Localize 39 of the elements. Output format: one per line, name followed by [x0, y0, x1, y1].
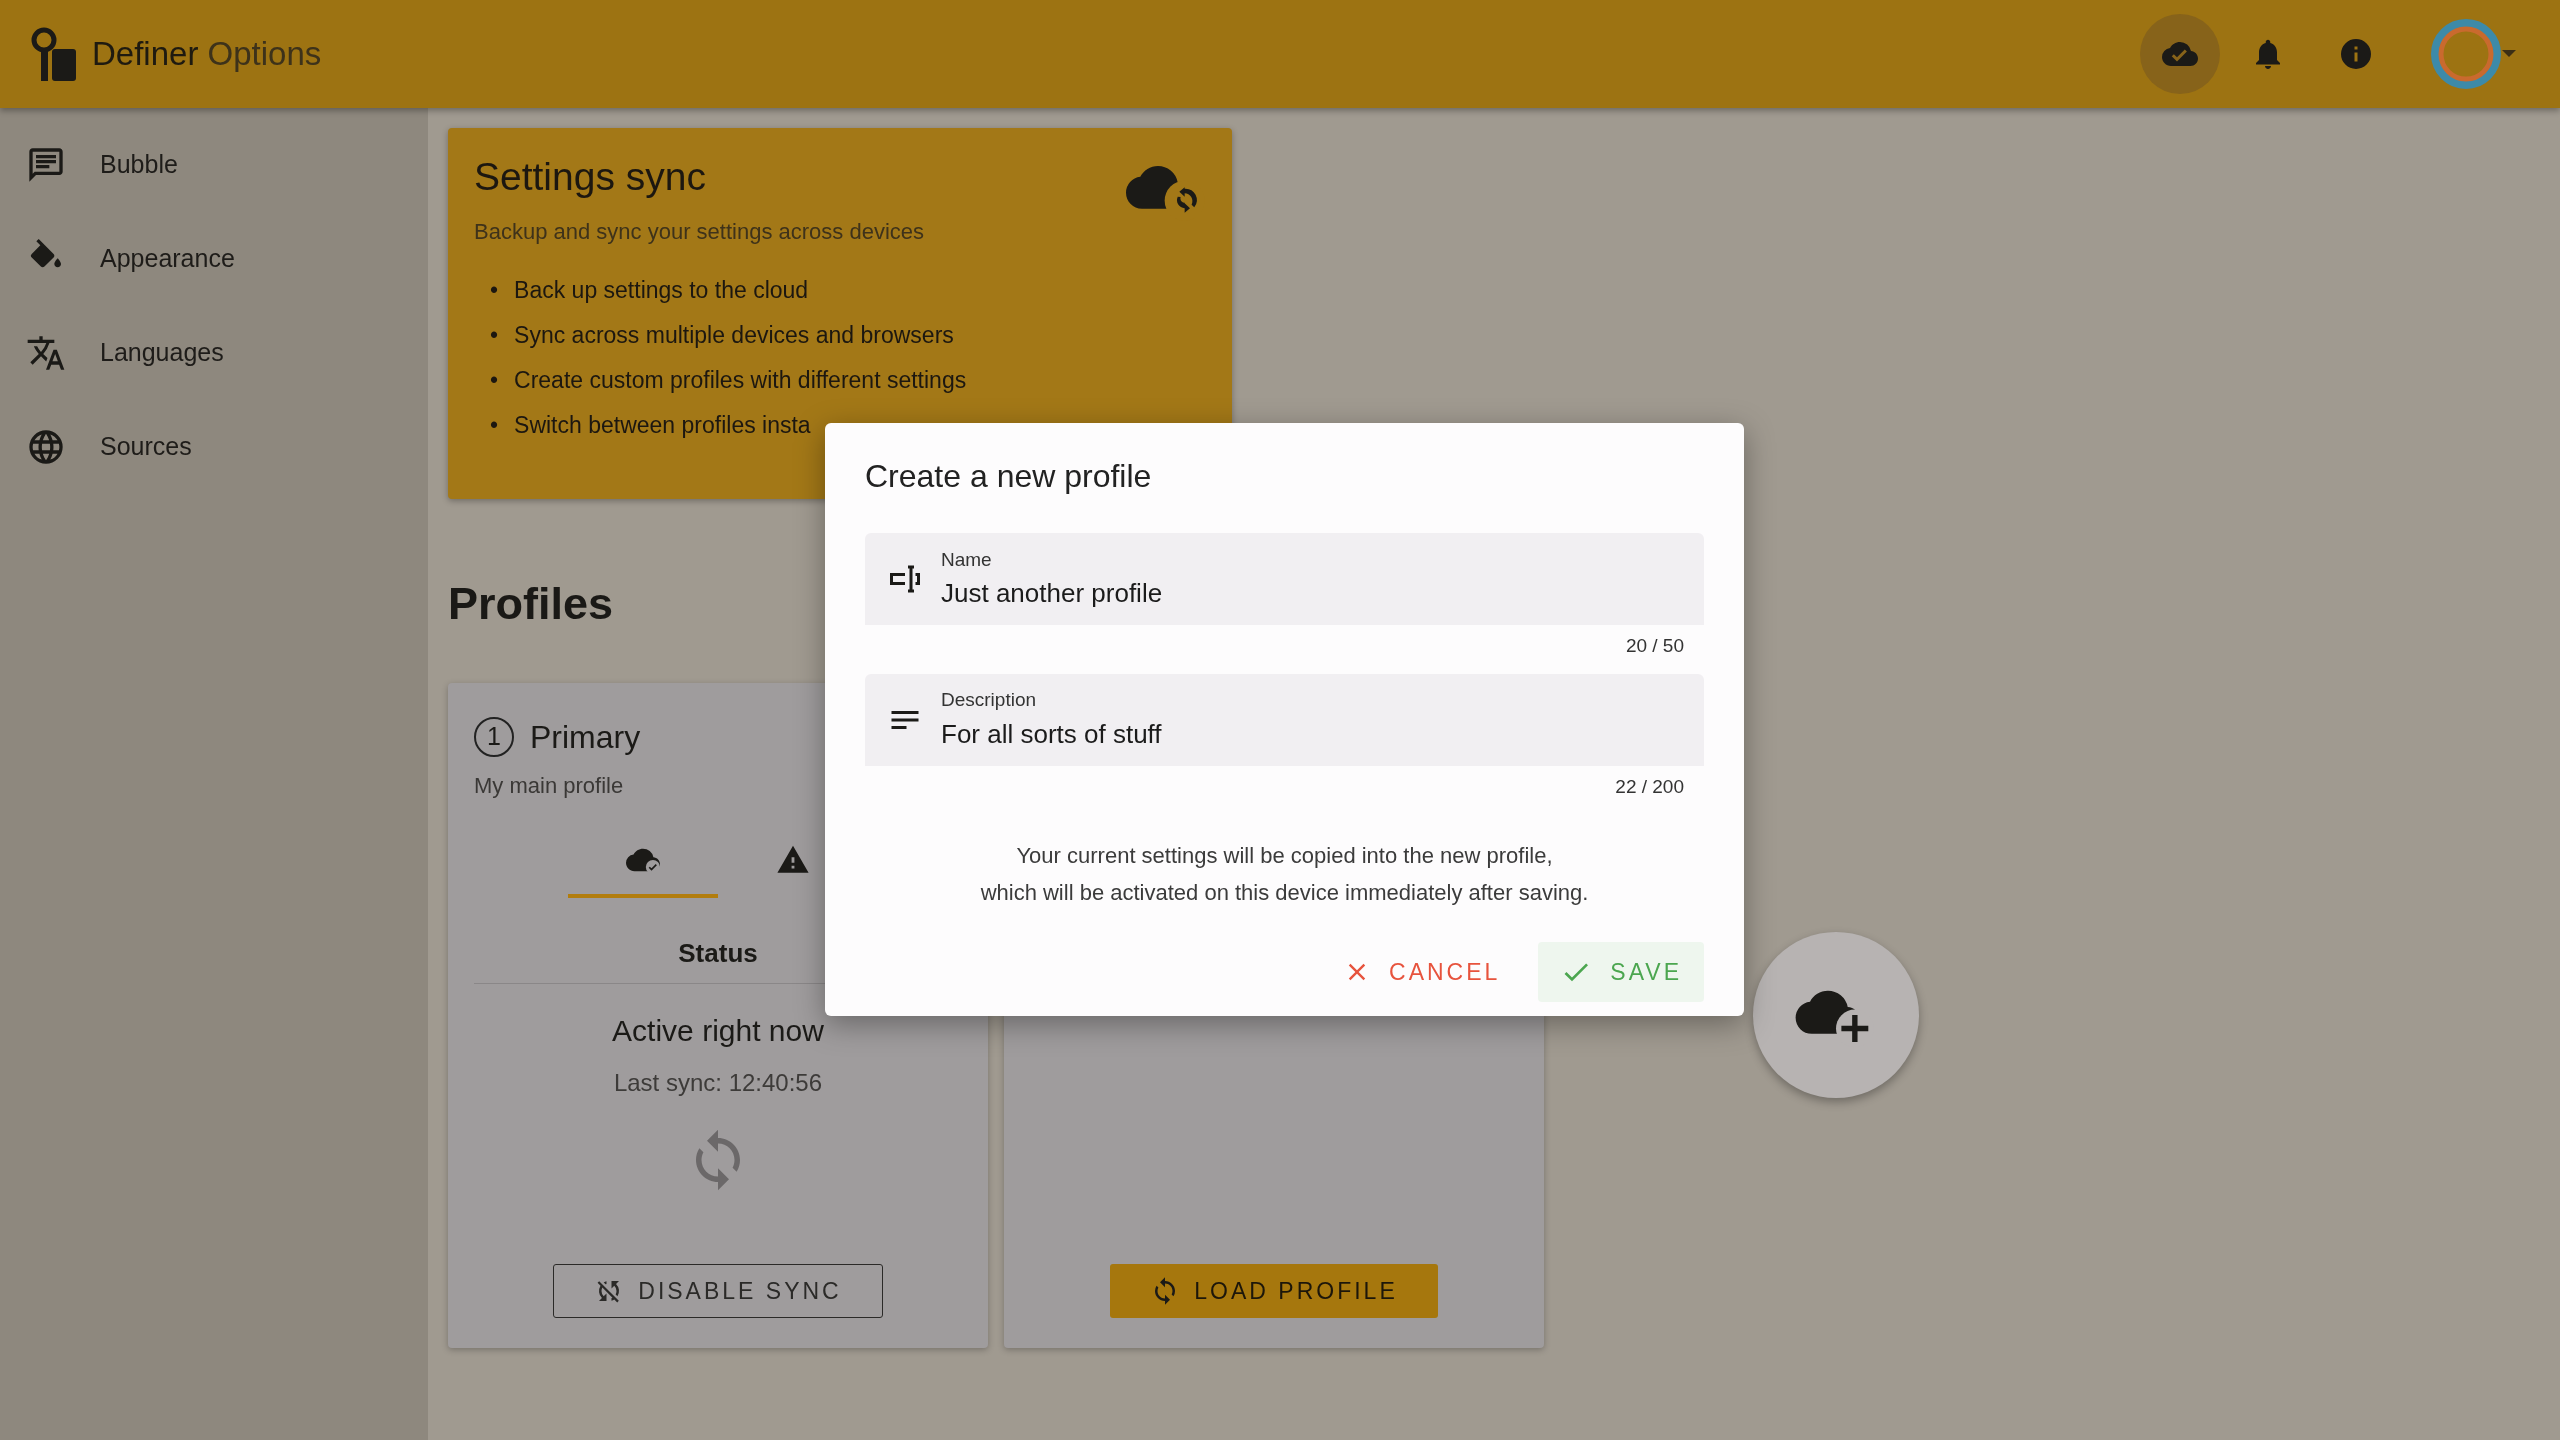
feature-item: Sync across multiple devices and browsers — [514, 321, 954, 350]
sidebar-item[interactable]: Sources — [0, 400, 428, 494]
cancel-button[interactable]: CANCEL — [1321, 941, 1523, 1002]
status-text: Active right now — [612, 1013, 824, 1049]
profile-name: Primary — [530, 718, 641, 757]
disable-sync-button[interactable]: DISABLE SYNC — [553, 1264, 883, 1318]
load-profile-button[interactable]: LOAD PROFILE — [1110, 1264, 1438, 1318]
dialog-title: Create a new profile — [865, 457, 1153, 496]
field-label: Name — [941, 547, 993, 572]
field-value: Just another profile — [941, 577, 1164, 611]
bullet: • — [490, 411, 499, 441]
card-title: Settings sync — [474, 154, 707, 200]
last-sync-text: Last sync: 12:40:56 — [613, 1068, 823, 1098]
app-title: Definer Options — [92, 34, 322, 75]
bullet: • — [490, 275, 499, 305]
sidebar-item[interactable]: Languages — [0, 306, 428, 400]
character-counter: 22 / 200 — [1614, 775, 1685, 800]
character-counter: 20 / 50 — [1624, 634, 1685, 659]
save-button[interactable]: SAVE — [1538, 941, 1704, 1002]
dialog-message: Your current settings will be copied into the new profile, which will be activated on this device immediately after saving. — [979, 842, 1590, 908]
feature-item: Switch between profiles insta — [514, 411, 811, 441]
feature-item: Create custom profiles with different settings — [514, 366, 967, 396]
bullet: • — [490, 366, 499, 396]
field-value: For all sorts of stuff — [941, 717, 1163, 751]
sidebar-item[interactable]: Bubble — [0, 118, 428, 212]
field-label: Description — [941, 688, 1038, 713]
section-heading: Profiles — [448, 577, 614, 631]
feature-item: Back up settings to the cloud — [514, 275, 809, 305]
globe-icon — [26, 427, 66, 467]
profile-description: My main profile — [474, 772, 624, 800]
logo-icon — [30, 27, 76, 81]
description-field[interactable]: Description For all sorts of stuff — [865, 674, 1704, 767]
bullet: • — [490, 321, 499, 350]
translate-icon — [26, 333, 66, 373]
card-subtitle: Backup and sync your settings across devices — [474, 217, 925, 246]
number-badge: 1 — [474, 717, 514, 757]
sidebar-item[interactable]: Appearance — [0, 212, 428, 306]
name-field[interactable]: Name Just another profile — [865, 533, 1704, 626]
info-icon — [2338, 36, 2374, 72]
